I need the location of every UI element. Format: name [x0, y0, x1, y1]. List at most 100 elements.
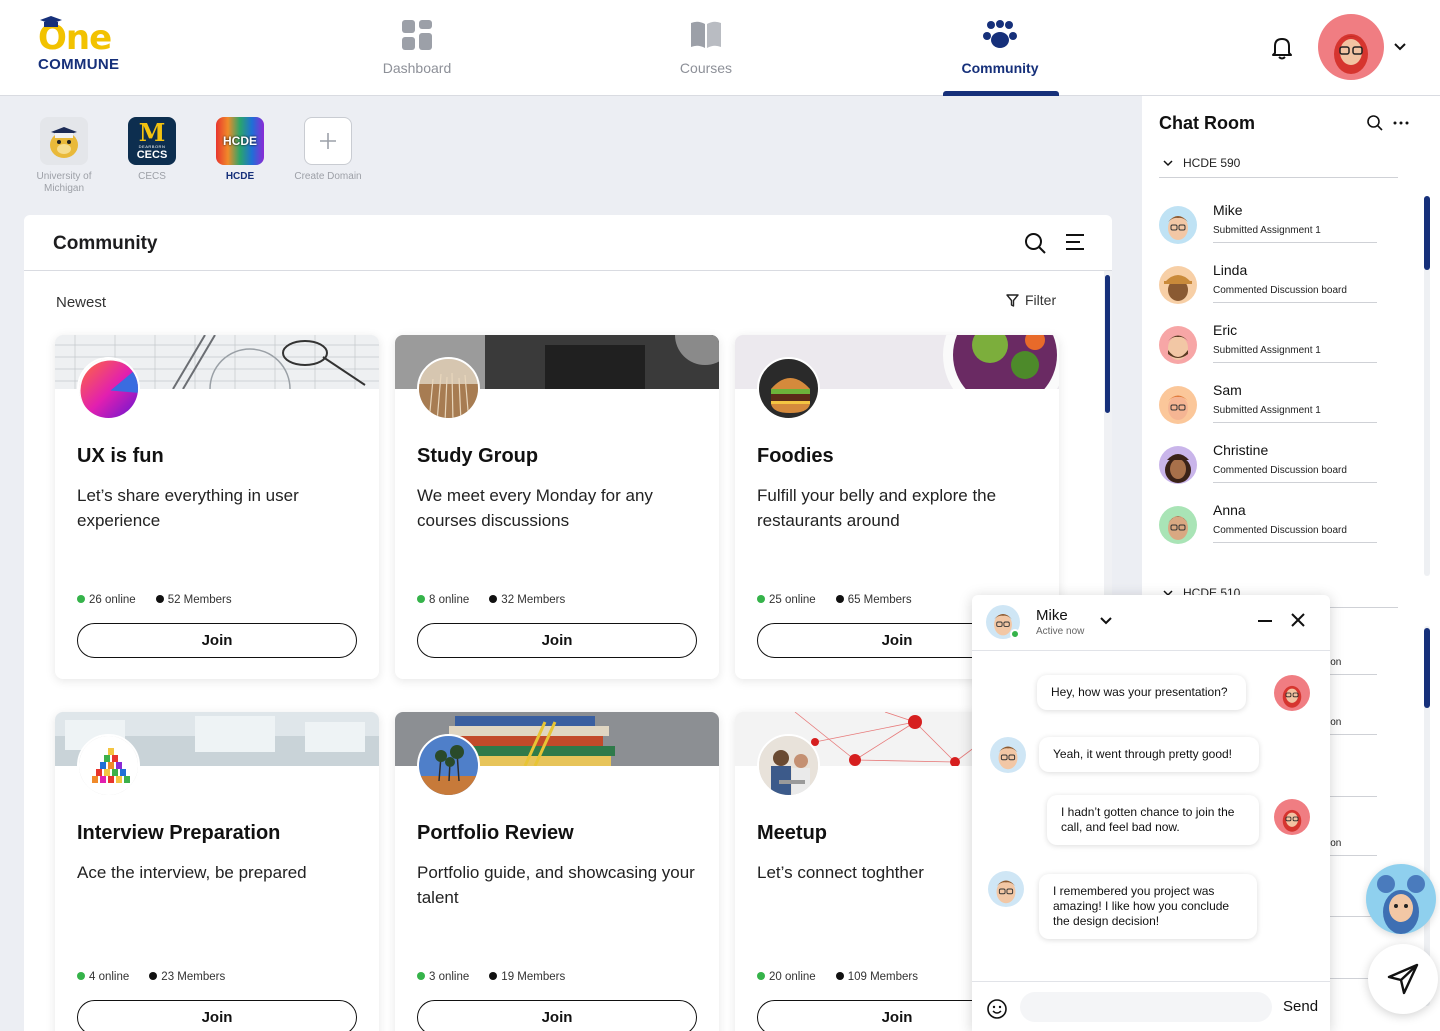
- plus-icon: [304, 117, 352, 165]
- person-activity-partial: ion: [1328, 657, 1342, 668]
- search-icon[interactable]: [1024, 232, 1046, 254]
- search-icon[interactable]: [1366, 114, 1384, 132]
- person-name: Christine: [1213, 442, 1269, 458]
- community-card-interview-preparation[interactable]: Interview Preparation Ace the interview,…: [55, 712, 379, 1031]
- avatar: [1159, 206, 1197, 244]
- community-card-ux-is-fun[interactable]: UX is fun Let’s share everything in user…: [55, 335, 379, 679]
- online-count: 20 online: [757, 971, 816, 983]
- tab-dashboard[interactable]: Dashboard: [342, 18, 492, 76]
- dashboard-grid-icon: [402, 20, 432, 50]
- online-count-label: 4 online: [89, 971, 130, 983]
- member-count-label: 109 Members: [847, 971, 918, 983]
- community-title: Study Group: [417, 445, 539, 467]
- member-count: 32 Members: [489, 594, 565, 606]
- person-activity: Commented Discussion board: [1213, 285, 1377, 303]
- chat-room-title: Chat Room: [1159, 113, 1255, 133]
- more-options-icon[interactable]: [1392, 114, 1410, 132]
- person-name: Mike: [1213, 202, 1243, 218]
- member-count: 65 Members: [835, 594, 912, 606]
- domain-label: Create Domain: [294, 171, 362, 182]
- tab-dashboard-label: Dashboard: [382, 60, 452, 76]
- chat-message-received: I remembered you project was amazing! I …: [1039, 874, 1257, 939]
- send-button[interactable]: Send: [1283, 998, 1318, 1015]
- community-avatar: [77, 357, 140, 420]
- online-dot-icon: [77, 595, 85, 603]
- domain-university-of-michigan[interactable]: University of Michigan: [21, 117, 107, 195]
- community-header: Community: [24, 215, 1112, 271]
- community-title: Portfolio Review: [417, 822, 574, 844]
- sort-label[interactable]: Newest: [56, 294, 106, 311]
- emoji-icon[interactable]: [986, 998, 1008, 1020]
- create-domain-button[interactable]: Create Domain: [285, 117, 371, 183]
- avatar: [1159, 326, 1197, 364]
- chat-person-christine[interactable]: Christine Commented Discussion board: [1159, 440, 1377, 492]
- community-avatar: [757, 734, 820, 797]
- member-dot-icon: [489, 972, 498, 980]
- chat-person-eric[interactable]: Eric Submitted Assignment 1: [1159, 320, 1377, 372]
- avatar: [988, 871, 1024, 907]
- scrollbar-thumb[interactable]: [1105, 275, 1110, 413]
- chevron-down-icon[interactable]: [1392, 40, 1408, 54]
- member-count: 23 Members: [149, 971, 225, 983]
- filter-icon: [1006, 293, 1019, 307]
- chat-room-scrollbar-2[interactable]: [1424, 626, 1430, 1006]
- menu-icon[interactable]: [1065, 233, 1085, 251]
- member-dot-icon: [835, 972, 844, 980]
- chat-person-linda[interactable]: Linda Commented Discussion board: [1159, 260, 1377, 312]
- tab-courses[interactable]: Courses: [631, 18, 781, 76]
- join-button[interactable]: Join: [417, 1000, 697, 1031]
- member-count-label: 65 Members: [847, 594, 912, 606]
- member-dot-icon: [489, 595, 498, 603]
- chat-person-sam[interactable]: Sam Submitted Assignment 1: [1159, 380, 1377, 432]
- chat-group-label: HCDE 590: [1183, 156, 1241, 170]
- chevron-down-icon[interactable]: [1099, 615, 1113, 627]
- domain-cecs[interactable]: M DEARBORN CECS CECS: [109, 117, 195, 183]
- chat-contact-status: Active now: [1036, 626, 1085, 637]
- chat-person-mike[interactable]: Mike Submitted Assignment 1: [1159, 200, 1377, 252]
- close-icon[interactable]: [1290, 612, 1306, 628]
- community-panel: Community Newest Filter UX is fun Let’s …: [24, 215, 1112, 1031]
- community-avatar: [757, 357, 820, 420]
- filter-button[interactable]: Filter: [1006, 292, 1056, 308]
- community-avatar: [417, 734, 480, 797]
- join-button[interactable]: Join: [77, 1000, 357, 1031]
- user-avatar-floating[interactable]: [1366, 864, 1436, 934]
- person-activity: Submitted Assignment 1: [1213, 405, 1377, 423]
- hcde-logo-icon: HCDE: [216, 117, 264, 165]
- person-name: Eric: [1213, 322, 1238, 338]
- paper-plane-icon: [1387, 963, 1419, 995]
- scrollbar-thumb[interactable]: [1424, 196, 1430, 270]
- domain-label: University of Michigan: [36, 171, 92, 194]
- community-card-study-group[interactable]: Study Group We meet every Monday for any…: [395, 335, 719, 679]
- person-activity-partial: ion: [1328, 838, 1342, 849]
- app-logo[interactable]: One COMMUNE: [38, 16, 138, 73]
- domain-hcde[interactable]: HCDE HCDE: [197, 117, 283, 183]
- member-dot-icon: [155, 595, 164, 603]
- person-name: Sam: [1213, 382, 1242, 398]
- notification-bell-icon[interactable]: [1268, 34, 1296, 62]
- send-message-button[interactable]: [1368, 944, 1438, 1014]
- minimize-icon[interactable]: [1257, 613, 1273, 629]
- online-status-dot: [1010, 629, 1020, 639]
- community-stats: 20 online 109 Members: [757, 971, 918, 983]
- scrollbar-thumb[interactable]: [1424, 628, 1430, 708]
- person-name: Anna: [1213, 502, 1246, 518]
- tab-community[interactable]: Community: [925, 18, 1075, 76]
- join-button[interactable]: Join: [77, 623, 357, 658]
- user-avatar[interactable]: [1318, 14, 1384, 80]
- chat-composer: Send: [972, 981, 1330, 1031]
- community-card-portfolio-review[interactable]: Portfolio Review Portfolio guide, and sh…: [395, 712, 719, 1031]
- chat-room-scrollbar[interactable]: [1424, 196, 1430, 576]
- join-button[interactable]: Join: [417, 623, 697, 658]
- online-count-label: 20 online: [769, 971, 816, 983]
- message-input[interactable]: [1020, 992, 1272, 1022]
- chat-group-hcde-590[interactable]: HCDE 590: [1159, 156, 1398, 178]
- filter-label: Filter: [1025, 292, 1057, 308]
- avatar: [1274, 799, 1310, 835]
- chat-person-anna[interactable]: Anna Commented Discussion board: [1159, 500, 1377, 552]
- tab-community-label: Community: [961, 60, 1039, 76]
- chat-message-received: Yeah, it went through pretty good!: [1039, 737, 1259, 772]
- chat-contact-name: Mike: [1036, 607, 1068, 624]
- person-activity-partial: ion: [1328, 717, 1342, 728]
- domain-label: HCDE: [225, 171, 255, 182]
